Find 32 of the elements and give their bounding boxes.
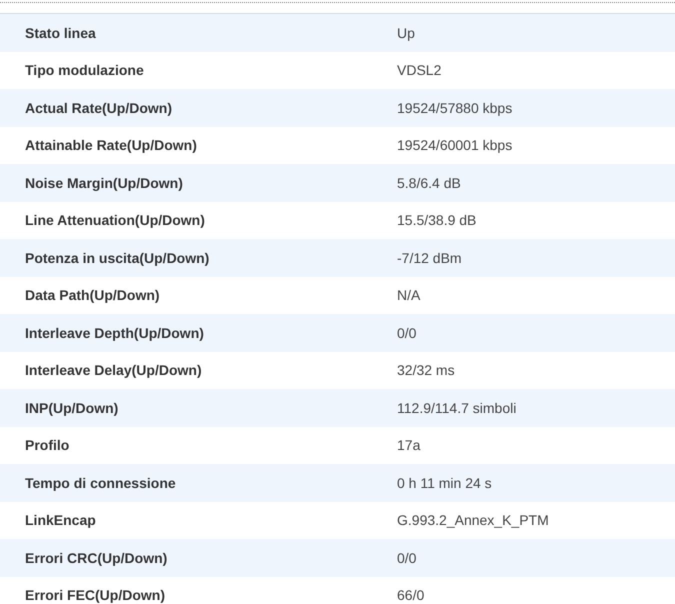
row-label: Data Path(Up/Down) <box>25 287 161 304</box>
row-value: 32/32 ms <box>397 362 455 378</box>
row-label: Interleave Delay(Up/Down) <box>25 362 203 378</box>
row-value: 15.5/38.9 dB <box>397 212 476 228</box>
row-label: INP(Up/Down) <box>25 400 120 416</box>
row-label: Actual Rate(Up/Down) <box>25 100 173 116</box>
row-value: VDSL2 <box>397 62 442 78</box>
row-label: LinkEncap <box>25 512 97 528</box>
row-value: N/A <box>397 287 420 304</box>
row-value: 66/0 <box>397 587 424 604</box>
row-label: Errori FEC(Up/Down) <box>25 587 166 604</box>
row-value: 19524/60001 kbps <box>397 137 512 154</box>
row-value: 112.9/114.7 simboli <box>397 400 516 416</box>
row-value: 0/0 <box>397 550 416 566</box>
row-label: Attainable Rate(Up/Down) <box>25 137 198 154</box>
row-label: Errori CRC(Up/Down) <box>25 550 168 566</box>
row-label: Noise Margin(Up/Down) <box>25 174 184 191</box>
row-value: G.993.2_Annex_K_PTM <box>397 512 549 528</box>
row-value: 19524/57880 kbps <box>397 100 512 116</box>
row-label: Tipo modulazione <box>25 62 145 78</box>
row-label: Interleave Depth(Up/Down) <box>25 324 205 341</box>
row-value: 5.8/6.4 dB <box>397 174 461 191</box>
row-value: Up <box>397 24 415 41</box>
row-label: Stato linea <box>25 24 97 41</box>
row-value: -7/12 dBm <box>397 250 462 266</box>
row-label: Profilo <box>25 437 70 454</box>
row-label: Tempo di connessione <box>25 474 177 491</box>
row-value: 0 h 11 min 24 s <box>397 474 492 491</box>
row-value: 0/0 <box>397 324 416 341</box>
row-value: 17a <box>397 437 420 454</box>
row-label: Potenza in uscita(Up/Down) <box>25 250 210 266</box>
row-label: Line Attenuation(Up/Down) <box>25 212 206 228</box>
